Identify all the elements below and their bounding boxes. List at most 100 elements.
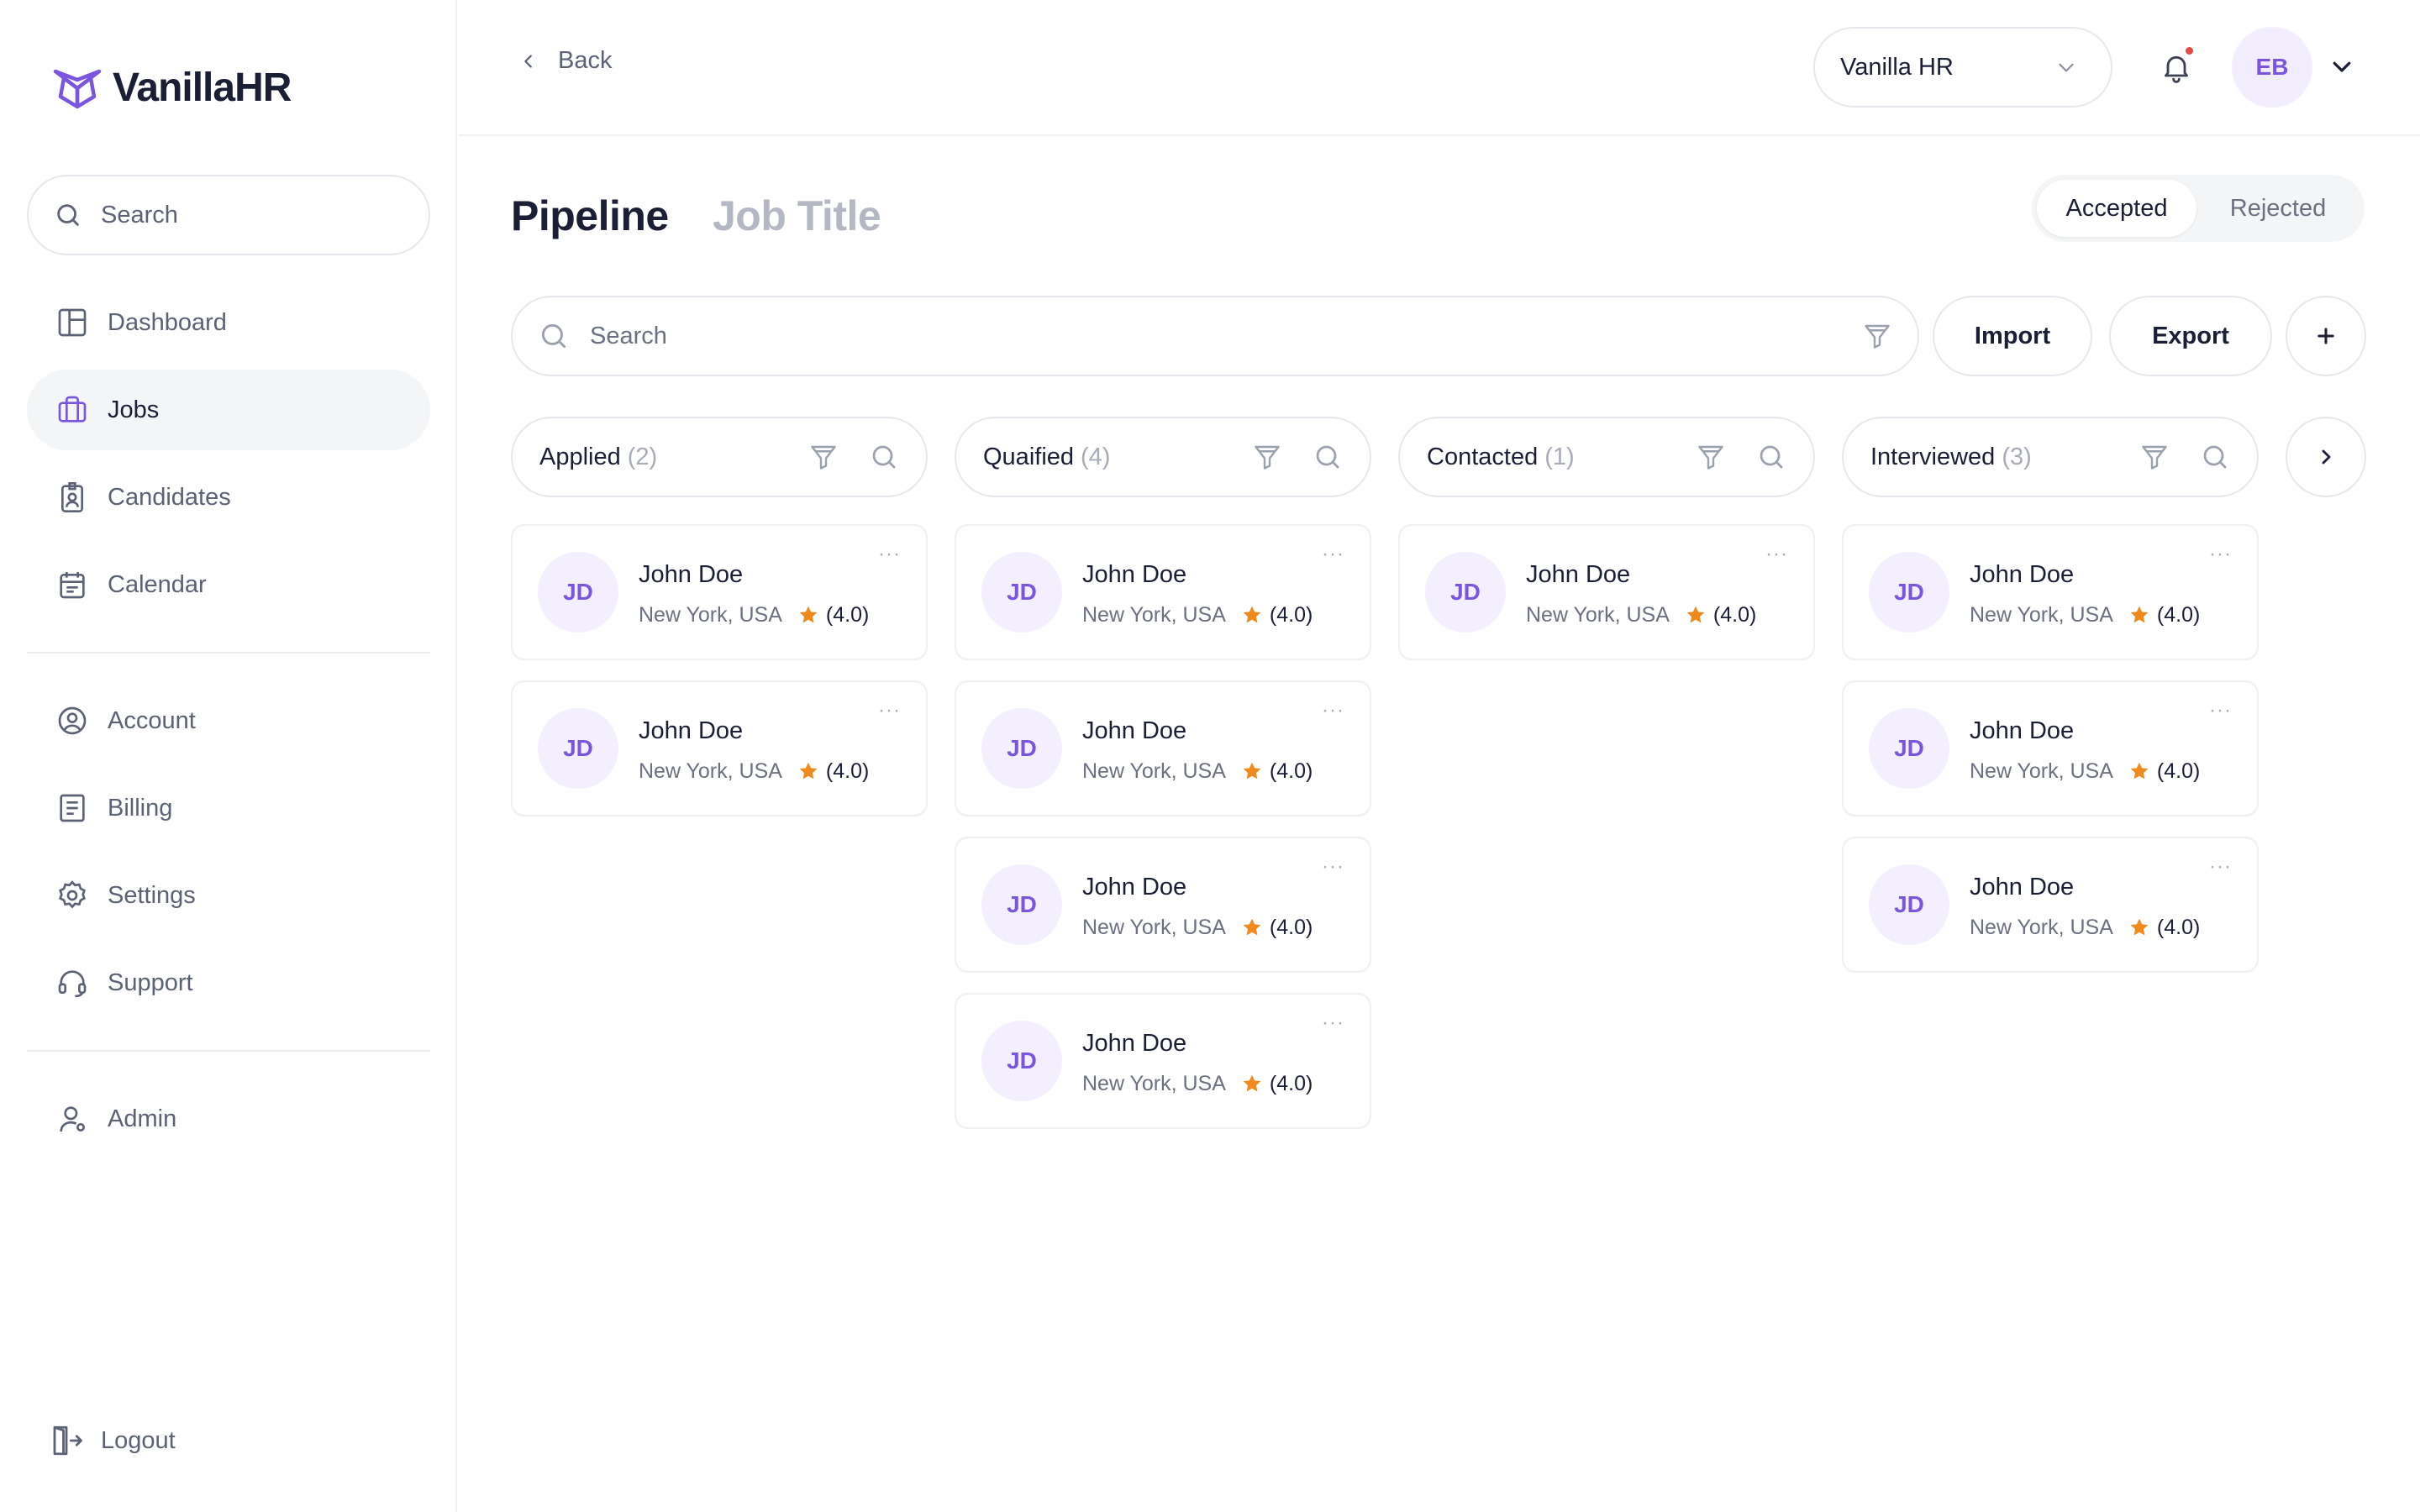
candidate-avatar: JD — [538, 552, 618, 633]
sidebar-item-billing[interactable]: Billing — [27, 768, 430, 848]
candidate-card[interactable]: JD John Doe New York, USA (4.0) ··· — [511, 680, 928, 816]
candidate-rating: (4.0) — [2156, 602, 2201, 627]
candidate-name: John Doe — [639, 717, 744, 744]
candidate-name: John Doe — [1082, 717, 1187, 744]
calendar-icon — [60, 572, 85, 599]
column-count: (1) — [1544, 443, 1575, 470]
card-more-options-icon[interactable]: ··· — [1322, 1013, 1344, 1033]
search-icon[interactable] — [869, 442, 899, 472]
user-circle-icon — [58, 706, 87, 735]
sidebar-item-label: Settings — [108, 881, 196, 909]
sidebar-item-calendar[interactable]: Calendar — [27, 544, 430, 625]
candidate-avatar: JD — [1869, 708, 1949, 789]
logout-icon — [53, 1425, 82, 1456]
candidate-card[interactable]: JD John Doe New York, USA (4.0) ··· — [1842, 680, 2259, 816]
page-title: Pipeline — [511, 192, 669, 239]
secondary-nav: Account Billing Settings Support — [27, 680, 430, 1030]
tab-rejected[interactable]: Rejected — [2196, 180, 2360, 237]
sidebar-item-account[interactable]: Account — [27, 680, 430, 761]
sidebar-item-support[interactable]: Support — [27, 942, 430, 1023]
card-more-options-icon[interactable]: ··· — [2209, 701, 2232, 721]
candidate-card[interactable]: JD John Doe New York, USA (4.0) ··· — [955, 524, 1371, 660]
card-more-options-icon[interactable]: ··· — [1322, 544, 1344, 564]
card-more-options-icon[interactable]: ··· — [1322, 701, 1344, 721]
candidate-card[interactable]: JD John Doe New York, USA (4.0) ··· — [955, 680, 1371, 816]
pipeline-search-input[interactable]: Search — [511, 296, 1919, 376]
star-icon — [1243, 762, 1261, 780]
star-icon — [1243, 1074, 1261, 1092]
candidate-avatar: JD — [981, 708, 1062, 789]
candidate-card[interactable]: JD John Doe New York, USA (4.0) ··· — [511, 524, 928, 660]
column-count: (2) — [627, 443, 658, 470]
account-menu-chevron-icon[interactable] — [2329, 54, 2354, 79]
column-title: Contacted — [1427, 443, 1539, 470]
card-more-options-icon[interactable]: ··· — [1322, 857, 1344, 877]
column-title: Interviewed — [1870, 443, 1996, 470]
user-avatar[interactable]: EB — [2232, 27, 2312, 108]
sidebar-item-candidates[interactable]: Candidates — [27, 457, 430, 538]
card-more-options-icon[interactable]: ··· — [1765, 544, 1788, 564]
star-icon — [2130, 762, 2149, 780]
sidebar-item-dashboard[interactable]: Dashboard — [27, 282, 430, 363]
logo-text: VanillaHR — [113, 65, 292, 110]
candidate-location: New York, USA — [1082, 915, 1226, 939]
candidate-name: John Doe — [1082, 873, 1187, 900]
back-button[interactable]: Back — [519, 47, 612, 75]
sidebar-item-label: Calendar — [108, 570, 207, 598]
card-more-options-icon[interactable]: ··· — [2209, 857, 2232, 877]
import-button[interactable]: Import — [1933, 296, 2092, 376]
sidebar-item-settings[interactable]: Settings — [27, 855, 430, 936]
next-columns-button[interactable] — [2286, 417, 2366, 497]
column-title: Applied — [539, 443, 621, 470]
plus-icon — [2317, 328, 2334, 344]
logout-button[interactable]: Logout — [49, 1423, 176, 1458]
candidate-card[interactable]: JD John Doe New York, USA (4.0) ··· — [1842, 524, 2259, 660]
search-icon[interactable] — [1313, 442, 1343, 472]
filter-icon[interactable] — [1252, 442, 1282, 472]
candidate-card[interactable]: JD John Doe New York, USA (4.0) ··· — [1842, 837, 2259, 973]
candidate-card[interactable]: JD John Doe New York, USA (4.0) ··· — [955, 837, 1371, 973]
filter-icon[interactable] — [1696, 442, 1726, 472]
card-more-options-icon[interactable]: ··· — [878, 544, 901, 564]
sidebar-item-label: Account — [108, 706, 196, 734]
filter-icon[interactable] — [1862, 321, 1892, 351]
sidebar-item-jobs[interactable]: Jobs — [27, 370, 430, 450]
candidate-rating: (4.0) — [1712, 602, 1757, 627]
candidate-rating: (4.0) — [1269, 759, 1313, 783]
candidate-rating: (4.0) — [1269, 1071, 1313, 1095]
candidate-location: New York, USA — [1082, 759, 1226, 783]
notifications-button[interactable] — [2154, 45, 2198, 89]
candidate-avatar: JD — [981, 552, 1062, 633]
candidate-avatar: JD — [981, 1021, 1062, 1101]
pipeline-column-applied: Applied (2) JD John Doe New York, USA (4… — [511, 417, 928, 837]
app-logo[interactable]: VanillaHR — [52, 60, 292, 114]
candidate-name: John Doe — [1526, 560, 1631, 588]
sidebar-search-input[interactable]: Search — [27, 175, 430, 255]
candidate-location: New York, USA — [1082, 1071, 1226, 1095]
organization-select-value: Vanilla HR — [1840, 53, 1954, 81]
candidate-name: John Doe — [1970, 560, 2075, 588]
tab-accepted[interactable]: Accepted — [2037, 180, 2196, 237]
organization-select[interactable]: Vanilla HR — [1813, 27, 2112, 108]
candidate-card[interactable]: JD John Doe New York, USA (4.0) ··· — [1398, 524, 1815, 660]
candidate-rating: (4.0) — [2156, 915, 2201, 939]
candidate-location: New York, USA — [1526, 602, 1670, 627]
search-icon[interactable] — [2200, 442, 2230, 472]
filter-icon[interactable] — [808, 442, 839, 472]
export-button[interactable]: Export — [2109, 296, 2272, 376]
candidate-name: John Doe — [1082, 1029, 1187, 1057]
sidebar-divider — [27, 1050, 430, 1052]
sidebar-search-placeholder: Search — [101, 201, 178, 228]
back-label: Back — [558, 47, 613, 74]
search-icon[interactable] — [1756, 442, 1786, 472]
candidate-location: New York, USA — [639, 602, 782, 627]
card-more-options-icon[interactable]: ··· — [2209, 544, 2232, 564]
sidebar-item-label: Admin — [108, 1105, 177, 1132]
candidate-card[interactable]: JD John Doe New York, USA (4.0) ··· — [955, 993, 1371, 1129]
search-icon — [57, 204, 79, 226]
candidate-location: New York, USA — [1970, 915, 2113, 939]
add-candidate-button[interactable] — [2286, 296, 2366, 376]
card-more-options-icon[interactable]: ··· — [878, 701, 901, 721]
filter-icon[interactable] — [2139, 442, 2170, 472]
sidebar-item-admin[interactable]: Admin — [27, 1079, 430, 1159]
